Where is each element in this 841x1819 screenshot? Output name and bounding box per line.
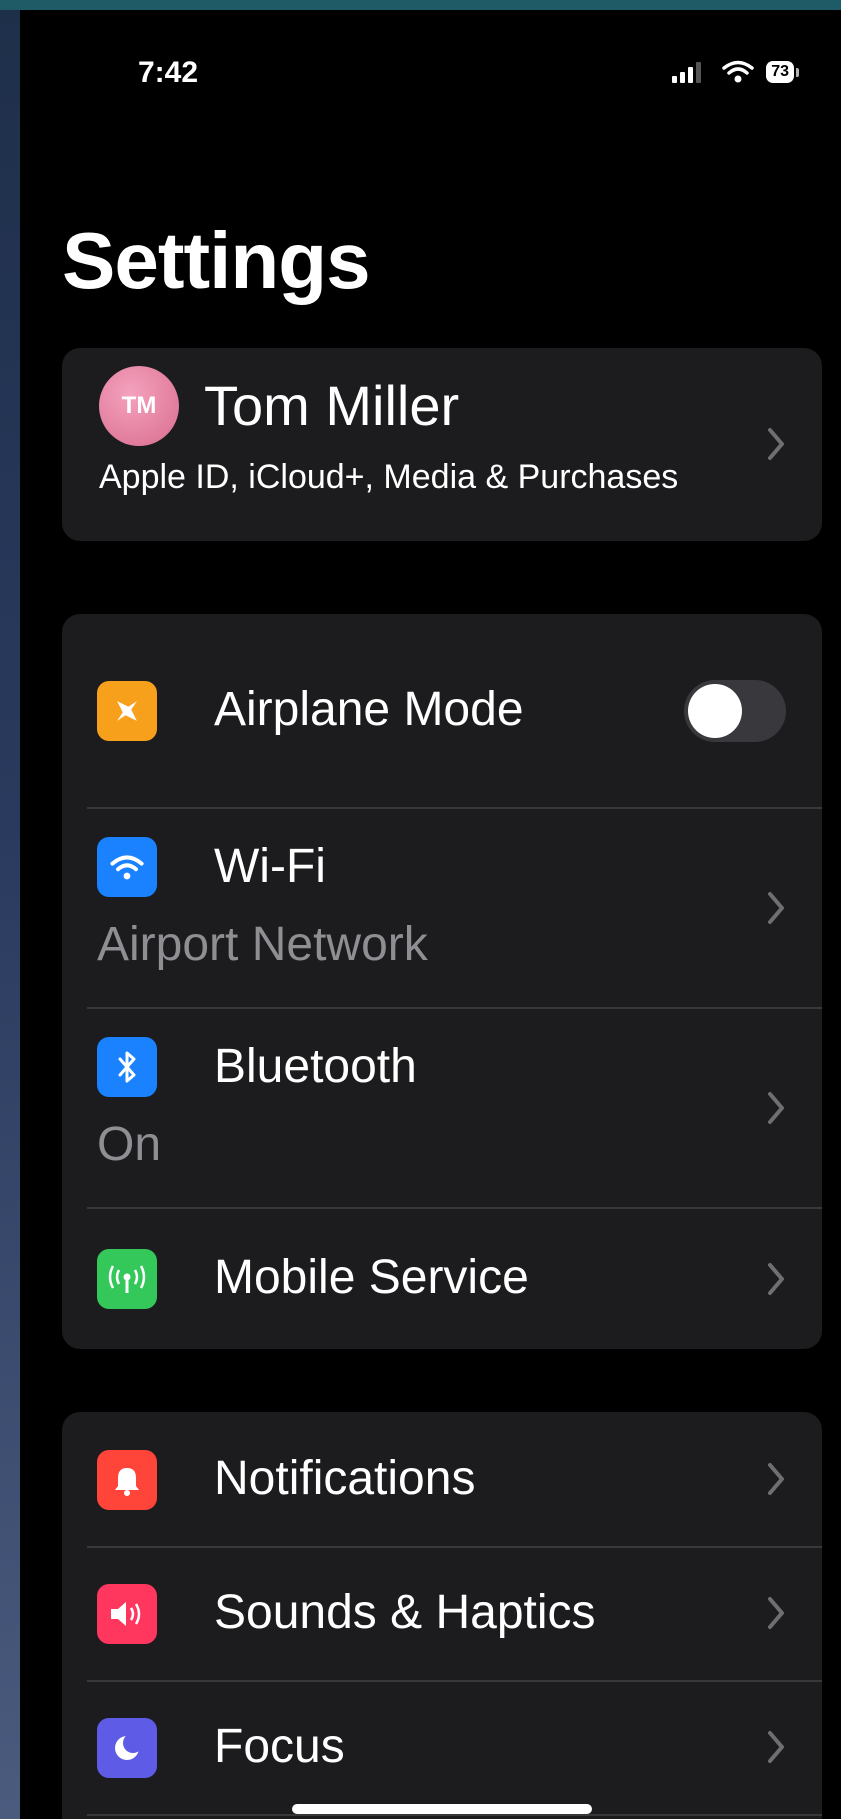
sounds-haptics-row[interactable]: Sounds & Haptics [62, 1548, 822, 1680]
bluetooth-status: On [97, 1118, 162, 1171]
bell-icon [97, 1450, 157, 1510]
notifications-label: Notifications [214, 1452, 476, 1505]
divider [87, 1814, 822, 1816]
antenna-icon [97, 1249, 157, 1309]
status-time: 7:42 [138, 56, 199, 89]
home-indicator[interactable] [292, 1804, 592, 1814]
chevron-right-icon [768, 428, 784, 460]
wifi-network-name: Airport Network [97, 918, 428, 971]
airplane-mode-row[interactable]: Airplane Mode [62, 614, 822, 807]
speaker-icon [97, 1584, 157, 1644]
battery-icon: 73 [766, 61, 799, 83]
airplane-mode-toggle[interactable] [684, 680, 786, 742]
cellular-signal-icon [672, 62, 702, 83]
focus-row[interactable]: Focus [62, 1682, 822, 1814]
wifi-icon [97, 837, 157, 897]
wifi-label: Wi-Fi [214, 840, 326, 893]
bluetooth-row[interactable]: Bluetooth On [62, 1009, 822, 1207]
notifications-row[interactable]: Notifications [62, 1412, 822, 1546]
chevron-right-icon [768, 1731, 784, 1763]
airplane-mode-label: Airplane Mode [214, 683, 524, 736]
profile-name: Tom Miller [204, 374, 460, 437]
general-group: Notifications Sounds & Haptics Focus [62, 1412, 822, 1819]
avatar: TM [99, 366, 179, 446]
battery-level: 73 [766, 61, 794, 83]
apple-id-card[interactable]: TM Tom Miller Apple ID, iCloud+, Media &… [62, 348, 822, 541]
status-bar: 7:42 73 [20, 10, 841, 130]
mobile-service-row[interactable]: Mobile Service [62, 1209, 822, 1349]
battery-tip [796, 67, 799, 77]
profile-subtitle: Apple ID, iCloud+, Media & Purchases [99, 458, 679, 496]
chevron-right-icon [768, 1092, 784, 1124]
connectivity-group: Airplane Mode Wi-Fi Airport Network Blue… [62, 614, 822, 1349]
window-top-strip [0, 0, 841, 10]
chevron-right-icon [768, 1597, 784, 1629]
page-title: Settings [62, 216, 371, 305]
wifi-row[interactable]: Wi-Fi Airport Network [62, 809, 822, 1007]
wifi-status-icon [722, 60, 754, 83]
toggle-knob [688, 684, 742, 738]
chevron-right-icon [768, 1463, 784, 1495]
phone-screen: 7:42 73 Settings TM Tom Miller Apple ID,… [20, 10, 841, 1819]
mobile-service-label: Mobile Service [214, 1251, 529, 1304]
bluetooth-icon [97, 1037, 157, 1097]
moon-icon [97, 1718, 157, 1778]
status-indicators: 73 [670, 60, 799, 84]
chevron-right-icon [768, 892, 784, 924]
focus-label: Focus [214, 1720, 345, 1773]
chevron-right-icon [768, 1263, 784, 1295]
bluetooth-label: Bluetooth [214, 1040, 417, 1093]
sounds-haptics-label: Sounds & Haptics [214, 1586, 596, 1639]
airplane-icon [97, 681, 157, 741]
